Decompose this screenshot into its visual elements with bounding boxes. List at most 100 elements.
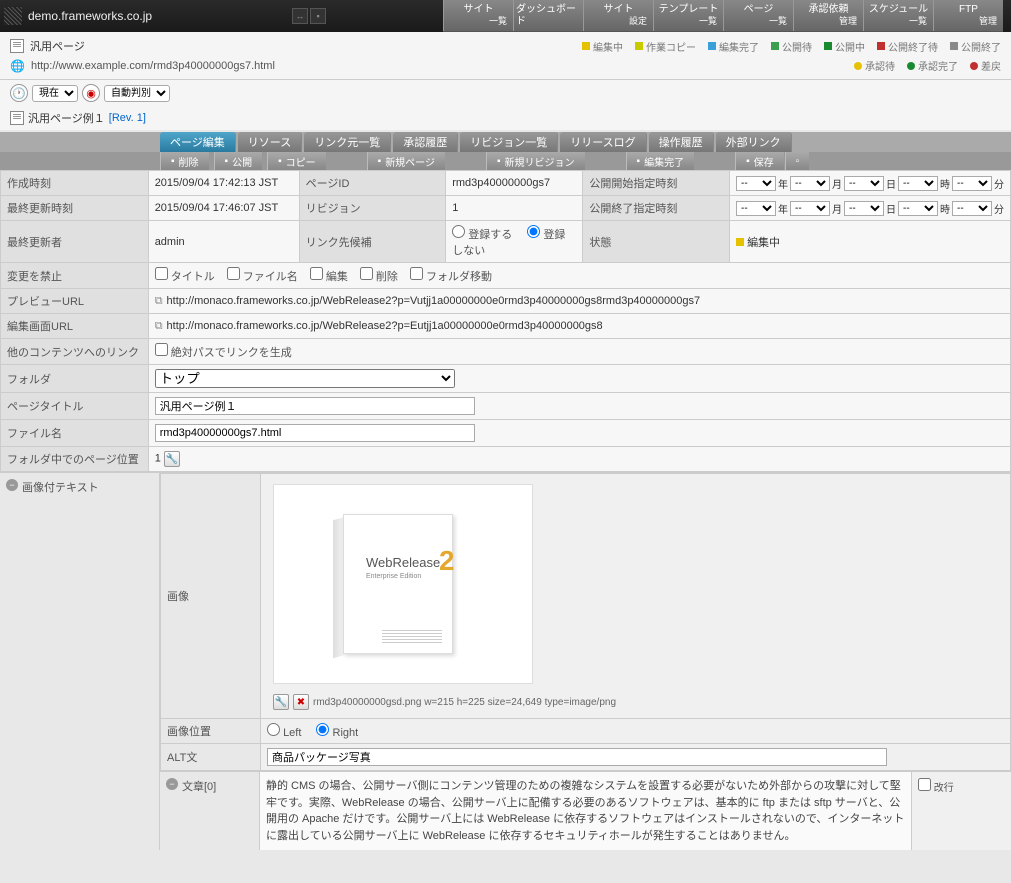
time-toolbar: 🕐 現在 ◉ 自動判別	[0, 80, 1011, 106]
tool-icon-1[interactable]: ↔	[292, 8, 308, 24]
action-end-icon[interactable]: ▫	[785, 152, 811, 170]
pubstart-value: --年--月--日--時--分	[730, 171, 1011, 196]
folder-label: フォルダ	[1, 365, 149, 393]
status-item: 編集中	[582, 39, 623, 54]
action-新規ページ[interactable]: ▪新規ページ	[367, 152, 446, 170]
tab-3[interactable]: 承認履歴	[393, 132, 458, 152]
tab-7[interactable]: 外部リンク	[716, 132, 792, 152]
date-select[interactable]: --	[952, 176, 992, 191]
status-legend: 編集中作業コピー編集完了公開待公開中公開終了待公開終了	[582, 39, 1001, 54]
tab-6[interactable]: 操作履歴	[649, 132, 714, 152]
revision-value: 1	[446, 196, 583, 221]
forbid-opt[interactable]: タイトル	[155, 271, 215, 283]
approve-item: 承認完了	[907, 58, 958, 73]
imgpos-right[interactable]: Right	[316, 727, 358, 739]
date-select[interactable]: --	[790, 176, 830, 191]
tab-4[interactable]: リビジョン一覧	[460, 132, 558, 152]
link-icon[interactable]: ⧉	[155, 320, 163, 332]
date-select[interactable]: --	[736, 201, 776, 216]
article-side: − 文章[0]	[160, 772, 260, 850]
forbid-opts: タイトル ファイル名 編集 削除 フォルダ移動	[148, 263, 1010, 289]
tab-5[interactable]: リリースログ	[560, 132, 646, 152]
revision-link[interactable]: [Rev. 1]	[109, 112, 146, 124]
revision-line: 汎用ページ例１ [Rev. 1]	[0, 106, 1011, 130]
collapse-icon[interactable]: −	[6, 479, 18, 491]
date-select[interactable]: --	[898, 201, 938, 216]
action-コピー[interactable]: ▪コピー	[267, 152, 327, 170]
file-name-input[interactable]	[155, 424, 475, 442]
tool-icon-2[interactable]: ▪	[310, 8, 326, 24]
date-unit: 年	[778, 176, 788, 191]
date-select[interactable]: --	[790, 201, 830, 216]
alt-input[interactable]	[267, 748, 887, 766]
status-item: 公開終了	[950, 39, 1001, 54]
topnav-item[interactable]: スケジュール一覧	[863, 0, 933, 31]
topnav-item[interactable]: サイト設定	[583, 0, 653, 31]
article-body[interactable]: 静的 CMS の場合、公開サーバ側にコンテンツ管理のための複雑なシステムを設置す…	[260, 772, 911, 850]
wrench-icon[interactable]: 🔧	[273, 694, 289, 710]
fname-value	[148, 420, 1010, 447]
link-icon[interactable]: ⧉	[155, 295, 163, 307]
otherlinks-label: 他のコンテンツへのリンク	[1, 339, 149, 365]
revision-label: リビジョン	[299, 196, 446, 221]
page-url: http://www.example.com/rmd3p40000000gs7.…	[31, 60, 275, 72]
updater-label: 最終更新者	[1, 221, 149, 263]
action-新規リビジョン[interactable]: ▪新規リビジョン	[486, 152, 586, 170]
imgpos-left[interactable]: Left	[267, 727, 301, 739]
alt-label: ALT文	[161, 744, 261, 771]
approve-item: 差戻	[970, 58, 1001, 73]
action-icon: ▪	[746, 156, 750, 167]
wrench-icon[interactable]: 🔧	[164, 451, 180, 467]
date-select[interactable]: --	[952, 201, 992, 216]
time-select[interactable]: 現在	[32, 85, 78, 102]
linkcand-label: リンク先候補	[299, 221, 446, 263]
abspath-checkbox[interactable]: 絶対パスでリンクを生成	[155, 347, 292, 359]
date-select[interactable]: --	[844, 176, 884, 191]
preview-value: ⧉http://monaco.frameworks.co.jp/WebRelea…	[148, 289, 1010, 314]
page-icon	[10, 111, 24, 125]
title-bar: demo.frameworks.co.jp ↔ ▪ サイト一覧ダッシュボードサイ…	[0, 0, 1011, 32]
action-公開[interactable]: ▪公開	[214, 152, 264, 170]
topnav-item[interactable]: 承認依頼管理	[793, 0, 863, 31]
topnav-item[interactable]: FTP管理	[933, 0, 1003, 31]
topnav-item[interactable]: ダッシュボード	[513, 0, 583, 31]
date-select[interactable]: --	[898, 176, 938, 191]
editurl-value: ⧉http://monaco.frameworks.co.jp/WebRelea…	[148, 314, 1010, 339]
image-meta-bar: 🔧 ✖ rmd3p40000000gsd.png w=215 h=225 siz…	[267, 690, 1004, 714]
clock-icon[interactable]: 🕐	[10, 84, 28, 102]
forbid-opt[interactable]: フォルダ移動	[410, 271, 492, 283]
folder-select[interactable]: トップ	[155, 369, 455, 388]
topnav-item[interactable]: テンプレート一覧	[653, 0, 723, 31]
judge-select[interactable]: 自動判別	[104, 85, 170, 102]
action-icon: ▪	[637, 156, 641, 167]
alt-value	[261, 744, 1011, 771]
page-title-input[interactable]	[155, 397, 475, 415]
topnav-item[interactable]: ページ一覧	[723, 0, 793, 31]
action-編集完了[interactable]: ▪編集完了	[626, 152, 696, 170]
action-icon: ▪	[497, 156, 501, 167]
record-icon[interactable]: ◉	[82, 84, 100, 102]
linkcand-value: 登録する 登録しない	[446, 221, 583, 263]
date-select[interactable]: --	[844, 201, 884, 216]
top-nav: サイト一覧ダッシュボードサイト設定テンプレート一覧ページ一覧承認依頼管理スケジュ…	[443, 0, 1003, 32]
article-opts: 改行	[911, 772, 1011, 850]
delete-icon[interactable]: ✖	[293, 694, 309, 710]
tab-2[interactable]: リンク元一覧	[304, 132, 391, 152]
collapse-icon[interactable]: −	[166, 778, 178, 790]
date-select[interactable]: --	[736, 176, 776, 191]
topnav-item[interactable]: サイト一覧	[443, 0, 513, 31]
break-checkbox[interactable]: 改行	[918, 783, 954, 794]
linkcand-register[interactable]: 登録する	[452, 229, 512, 241]
forbid-opt[interactable]: 編集	[310, 271, 348, 283]
action-icon: ▪	[171, 156, 175, 167]
forbid-opt[interactable]: 削除	[360, 271, 398, 283]
block-body: 画像 WebRelease 2 Enterprise Edition	[160, 473, 1011, 850]
date-unit: 分	[994, 201, 1004, 216]
forbid-opt[interactable]: ファイル名	[227, 271, 298, 283]
tab-1[interactable]: リソース	[238, 132, 302, 152]
action-保存[interactable]: ▪保存	[735, 152, 785, 170]
tab-0[interactable]: ページ編集	[160, 132, 236, 152]
action-削除[interactable]: ▪削除	[160, 152, 210, 170]
pageid-label: ページID	[299, 171, 446, 196]
app-logo-icon	[4, 7, 22, 25]
